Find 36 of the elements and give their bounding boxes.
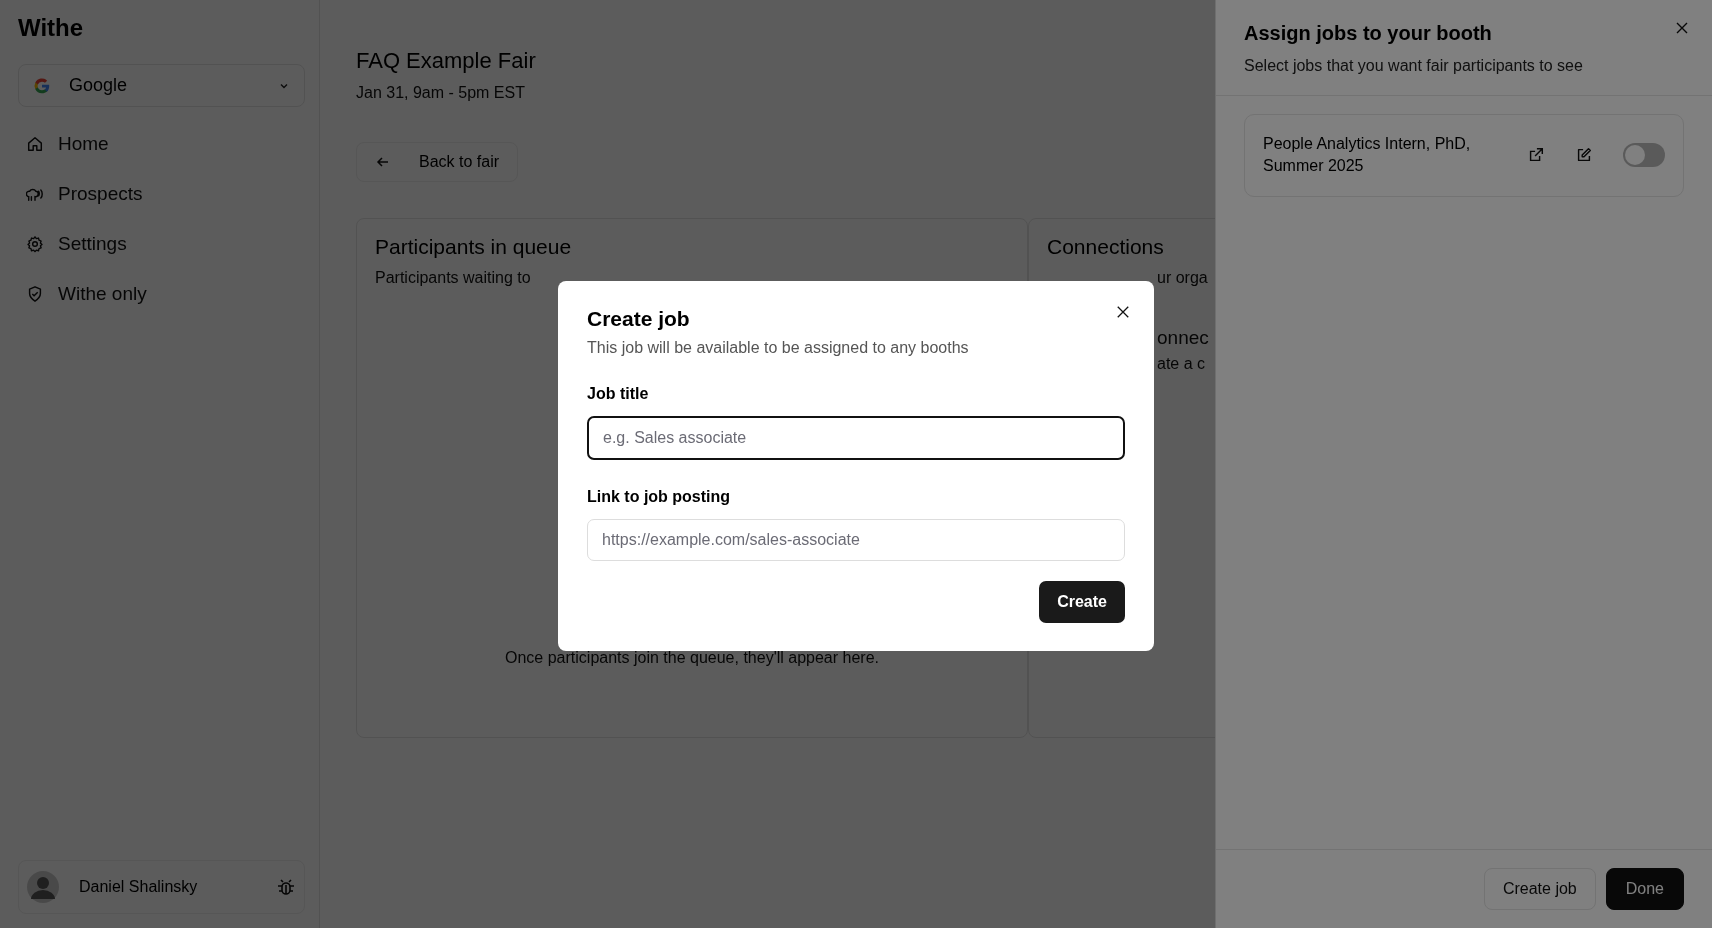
job-title: People Analytics Intern, PhD, Summer 2025 — [1263, 134, 1472, 177]
input-field[interactable]: e.g. Sales associate — [587, 416, 1125, 460]
home-icon — [26, 135, 44, 153]
nav-item[interactable]: Settings — [18, 221, 305, 267]
create-job-button[interactable]: Create job — [1483, 868, 1596, 910]
card-title: Connections — [1047, 235, 1165, 259]
field-label: Link to job posting — [587, 488, 731, 506]
card-subtitle: Participants waiting to — [375, 269, 532, 287]
close-icon[interactable] — [1116, 305, 1130, 319]
nav-item[interactable]: Withe only — [18, 271, 305, 317]
empty-message: ate a c — [1157, 355, 1206, 372]
organization-select[interactable]: Google — [18, 64, 305, 107]
nav-item[interactable]: Home — [18, 121, 305, 167]
fair-title: FAQ Example Fair — [356, 48, 536, 74]
panel-subtitle: Select jobs that you want fair participants to see — [1244, 57, 1583, 75]
user-name: Daniel Shalinsky — [79, 878, 199, 896]
dialog-title: Create job — [587, 307, 690, 331]
field-label: Job title — [587, 385, 649, 403]
panel-title: Assign jobs to your booth — [1244, 22, 1492, 45]
done-button[interactable]: Done — [1605, 868, 1684, 910]
empty-title: onnec — [1157, 327, 1209, 348]
avatar — [27, 871, 59, 903]
settings-icon — [26, 235, 44, 253]
app-logo: Withe — [18, 14, 85, 42]
empty-message: Once participants join the queue, they'll appear here. — [505, 649, 879, 667]
card-title: Participants in queue — [375, 235, 573, 259]
fair-date: Jan 31, 9am - 5pm EST — [356, 84, 525, 102]
dialog-subtitle: This job will be available to be assigned to any booths — [587, 339, 969, 357]
google-icon — [33, 76, 51, 95]
create-button[interactable]: Create — [1039, 581, 1125, 623]
shield-check-icon — [26, 285, 44, 303]
bug-icon[interactable] — [276, 877, 296, 897]
card-subtitle: ur orga — [1157, 269, 1208, 286]
nav-item[interactable]: Prospects — [18, 171, 305, 217]
toggle-switch[interactable] — [1623, 143, 1665, 168]
back-button[interactable]: Back to fair — [356, 142, 519, 182]
